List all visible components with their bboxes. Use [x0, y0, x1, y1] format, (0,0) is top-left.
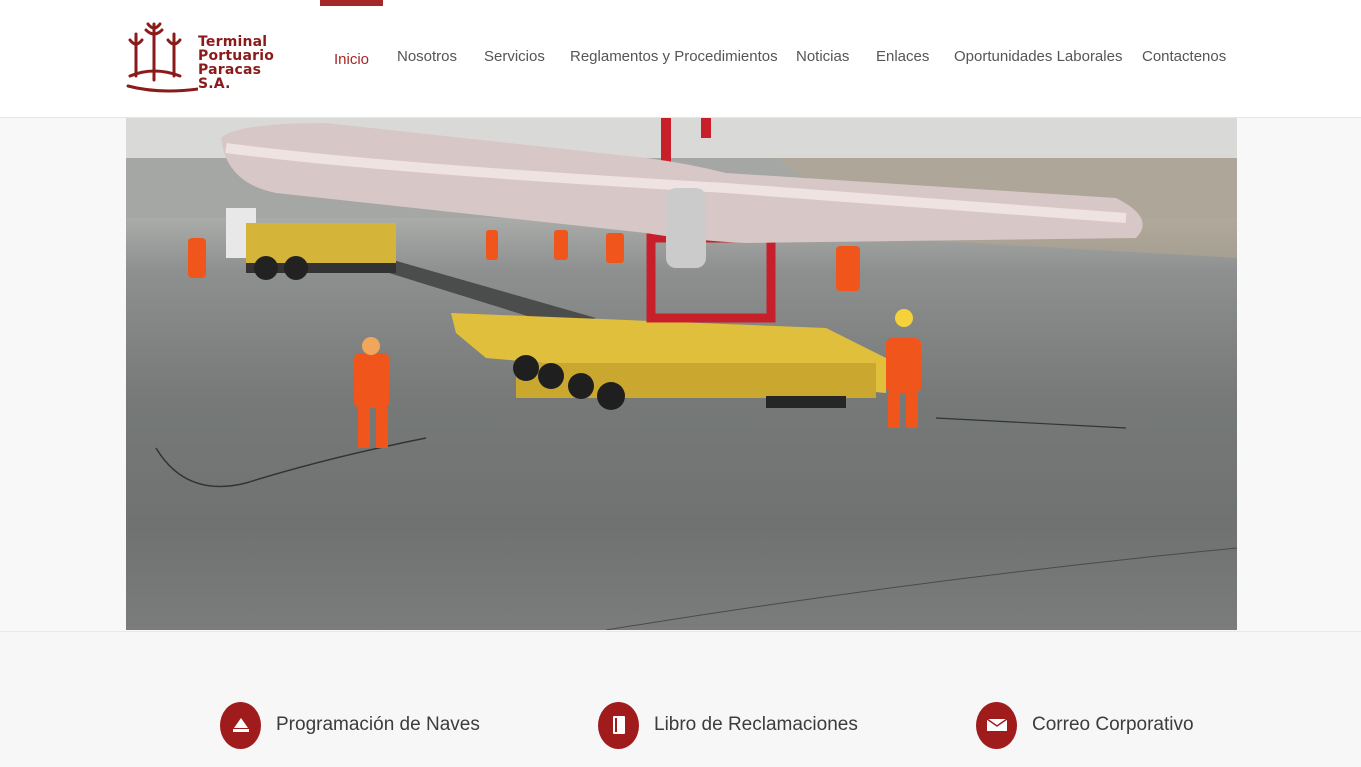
mail-icon	[976, 701, 1017, 749]
nav-active-indicator	[320, 0, 383, 6]
book-icon	[598, 701, 639, 749]
hero-illustration	[126, 118, 1237, 630]
nav-item-nosotros[interactable]: Nosotros	[397, 48, 457, 65]
nav-item-enlaces[interactable]: Enlaces	[876, 48, 929, 65]
nav-item-inicio[interactable]: Inicio	[334, 51, 369, 68]
brand-name-line: Paracas S.A.	[198, 62, 262, 92]
nav-item-oportunidades[interactable]: Oportunidades Laborales	[954, 48, 1122, 65]
quick-link-programacion-naves[interactable]: Programación de Naves	[220, 700, 480, 750]
quick-link-label: Correo Corporativo	[1032, 714, 1194, 735]
ship-icon	[220, 701, 261, 749]
nav-item-servicios[interactable]: Servicios	[484, 48, 545, 65]
quick-link-libro-reclamaciones[interactable]: Libro de Reclamaciones	[598, 700, 858, 750]
brand-name-line: Terminal	[198, 34, 268, 50]
brand-name: Terminal Portuario Paracas S.A.	[198, 35, 296, 91]
nav-item-contactenos[interactable]: Contactenos	[1142, 48, 1226, 65]
trident-logo-icon	[126, 22, 218, 93]
quick-link-label: Programación de Naves	[276, 714, 480, 735]
nav-item-noticias[interactable]: Noticias	[796, 48, 849, 65]
hero-image	[126, 118, 1237, 630]
brand-name-line: Portuario	[198, 48, 275, 64]
quick-link-label: Libro de Reclamaciones	[654, 714, 858, 735]
site-header: Terminal Portuario Paracas S.A. Inicio N…	[0, 0, 1361, 118]
brand-logo[interactable]: Terminal Portuario Paracas S.A.	[126, 20, 296, 96]
nav-item-reglamentos[interactable]: Reglamentos y Procedimientos	[570, 48, 778, 65]
quick-link-correo-corporativo[interactable]: Correo Corporativo	[976, 700, 1194, 750]
